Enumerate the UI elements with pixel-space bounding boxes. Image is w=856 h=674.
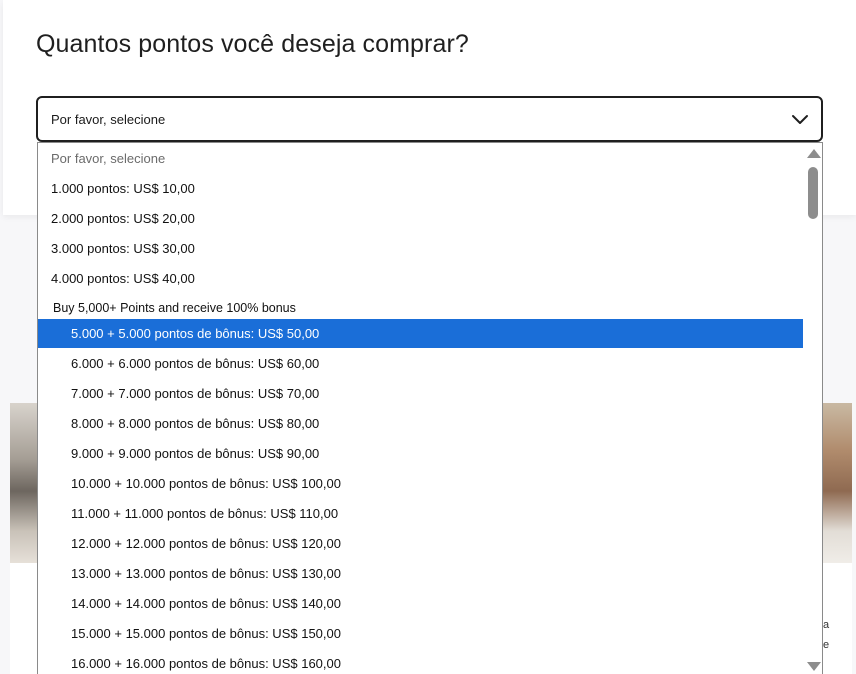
option-16000[interactable]: 16.000 + 16.000 pontos de bônus: US$ 160… xyxy=(38,649,804,674)
option-6000[interactable]: 6.000 + 6.000 pontos de bônus: US$ 60,00 xyxy=(38,349,804,378)
select-value: Por favor, selecione xyxy=(51,111,166,127)
option-15000[interactable]: 15.000 + 15.000 pontos de bônus: US$ 150… xyxy=(38,619,804,648)
option-8000[interactable]: 8.000 + 8.000 pontos de bônus: US$ 80,00 xyxy=(38,409,804,438)
option-13000[interactable]: 13.000 + 13.000 pontos de bônus: US$ 130… xyxy=(38,559,804,588)
option-12000[interactable]: 12.000 + 12.000 pontos de bônus: US$ 120… xyxy=(38,529,804,558)
option-9000[interactable]: 9.000 + 9.000 pontos de bônus: US$ 90,00 xyxy=(38,439,804,468)
option-14000[interactable]: 14.000 + 14.000 pontos de bônus: US$ 140… xyxy=(38,589,804,618)
chevron-down-icon xyxy=(792,115,808,124)
dropdown-scrollbar[interactable] xyxy=(803,143,822,674)
option-7000[interactable]: 7.000 + 7.000 pontos de bônus: US$ 70,00 xyxy=(38,379,804,408)
background-photo-right xyxy=(822,403,852,563)
scrollbar-thumb[interactable] xyxy=(808,167,818,219)
option-10000[interactable]: 10.000 + 10.000 pontos de bônus: US$ 100… xyxy=(38,469,804,498)
points-select[interactable]: Por favor, selecione xyxy=(36,96,823,142)
scroll-up-arrow-icon[interactable] xyxy=(807,149,821,158)
option-2000[interactable]: 2.000 pontos: US$ 20,00 xyxy=(38,204,804,233)
option-3000[interactable]: 3.000 pontos: US$ 30,00 xyxy=(38,234,804,263)
option-group-label: Buy 5,000+ Points and receive 100% bonus xyxy=(53,301,296,315)
background-photo-left xyxy=(10,403,40,563)
option-5000-selected[interactable]: 5.000 + 5.000 pontos de bônus: US$ 50,00 xyxy=(38,319,804,348)
page-title: Quantos pontos você deseja comprar? xyxy=(36,30,469,58)
scroll-down-arrow-icon[interactable] xyxy=(807,662,821,671)
background-card-text: a e xyxy=(823,619,830,651)
points-dropdown-list[interactable]: Por favor, selecione 1.000 pontos: US$ 1… xyxy=(37,142,823,674)
option-4000[interactable]: 4.000 pontos: US$ 40,00 xyxy=(38,264,804,293)
option-11000[interactable]: 11.000 + 11.000 pontos de bônus: US$ 110… xyxy=(38,499,804,528)
option-placeholder[interactable]: Por favor, selecione xyxy=(38,144,804,173)
option-1000[interactable]: 1.000 pontos: US$ 10,00 xyxy=(38,174,804,203)
page: Quantos pontos você deseja comprar? Por … xyxy=(0,0,856,674)
